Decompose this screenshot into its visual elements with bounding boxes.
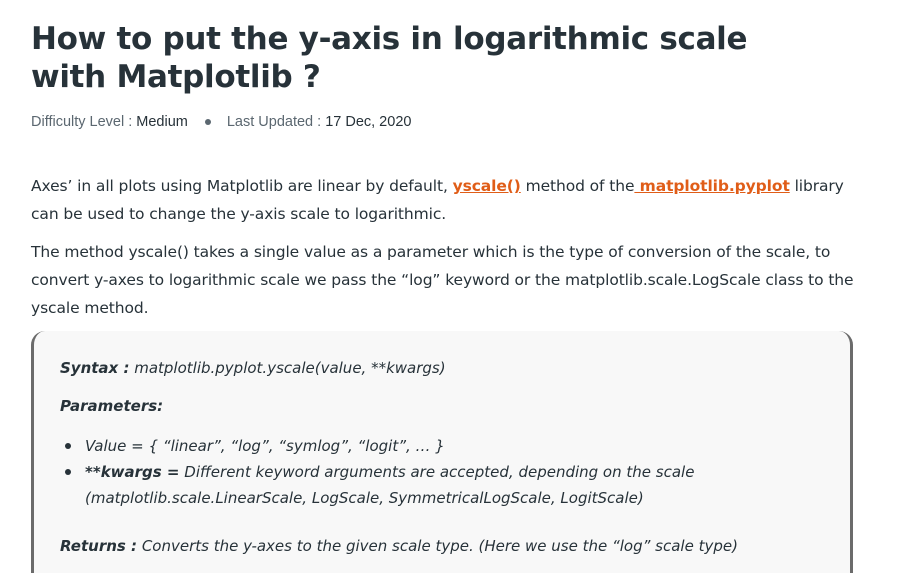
- syntax-row: Syntax : matplotlib.pyplot.yscale(value,…: [60, 359, 446, 377]
- article-meta: Difficulty Level : Medium Last Updated :…: [31, 112, 871, 132]
- syntax-box: Syntax : matplotlib.pyplot.yscale(value,…: [31, 331, 853, 573]
- updated-label: Last Updated :: [226, 114, 322, 130]
- difficulty-value[interactable]: Medium: [136, 114, 188, 130]
- list-item: **kwargs = Different keyword arguments a…: [60, 459, 830, 511]
- param-label: **kwargs =: [85, 463, 180, 481]
- parameters-row: Parameters:: [60, 397, 163, 415]
- separator-dot-icon: [204, 119, 211, 125]
- difficulty-label: Difficulty Level :: [31, 114, 133, 130]
- syntax-value: matplotlib.pyplot.yscale(value, **kwargs…: [129, 359, 446, 377]
- returns-row: Returns : Converts the y-axes to the giv…: [60, 537, 738, 555]
- parameters-label: Parameters:: [60, 397, 164, 415]
- returns-value: Converts the y-axes to the given scale t…: [137, 537, 738, 555]
- page-title: How to put the y-axis in logarithmic sca…: [31, 21, 748, 95]
- pyplot-link[interactable]: matplotlib.pyplot: [634, 177, 790, 195]
- syntax-label: Syntax :: [60, 359, 130, 377]
- intro-text-middle: method of the: [520, 177, 635, 195]
- yscale-link[interactable]: yscale(): [453, 177, 521, 195]
- param-text: Value = { “linear”, “log”, “symlog”, “lo…: [85, 437, 445, 455]
- list-item: Value = { “linear”, “log”, “symlog”, “lo…: [60, 433, 830, 459]
- returns-label: Returns :: [60, 537, 138, 555]
- intro-paragraph: Axes’ in all plots using Matplotlib are …: [31, 172, 861, 228]
- updated-value: 17 Dec, 2020: [325, 114, 412, 130]
- intro-text-start: Axes’ in all plots using Matplotlib are …: [31, 177, 453, 195]
- method-paragraph: The method yscale() takes a single value…: [31, 243, 854, 317]
- parameters-list: Value = { “linear”, “log”, “symlog”, “lo…: [60, 433, 830, 511]
- article: How to put the y-axis in logarithmic sca…: [31, 0, 871, 573]
